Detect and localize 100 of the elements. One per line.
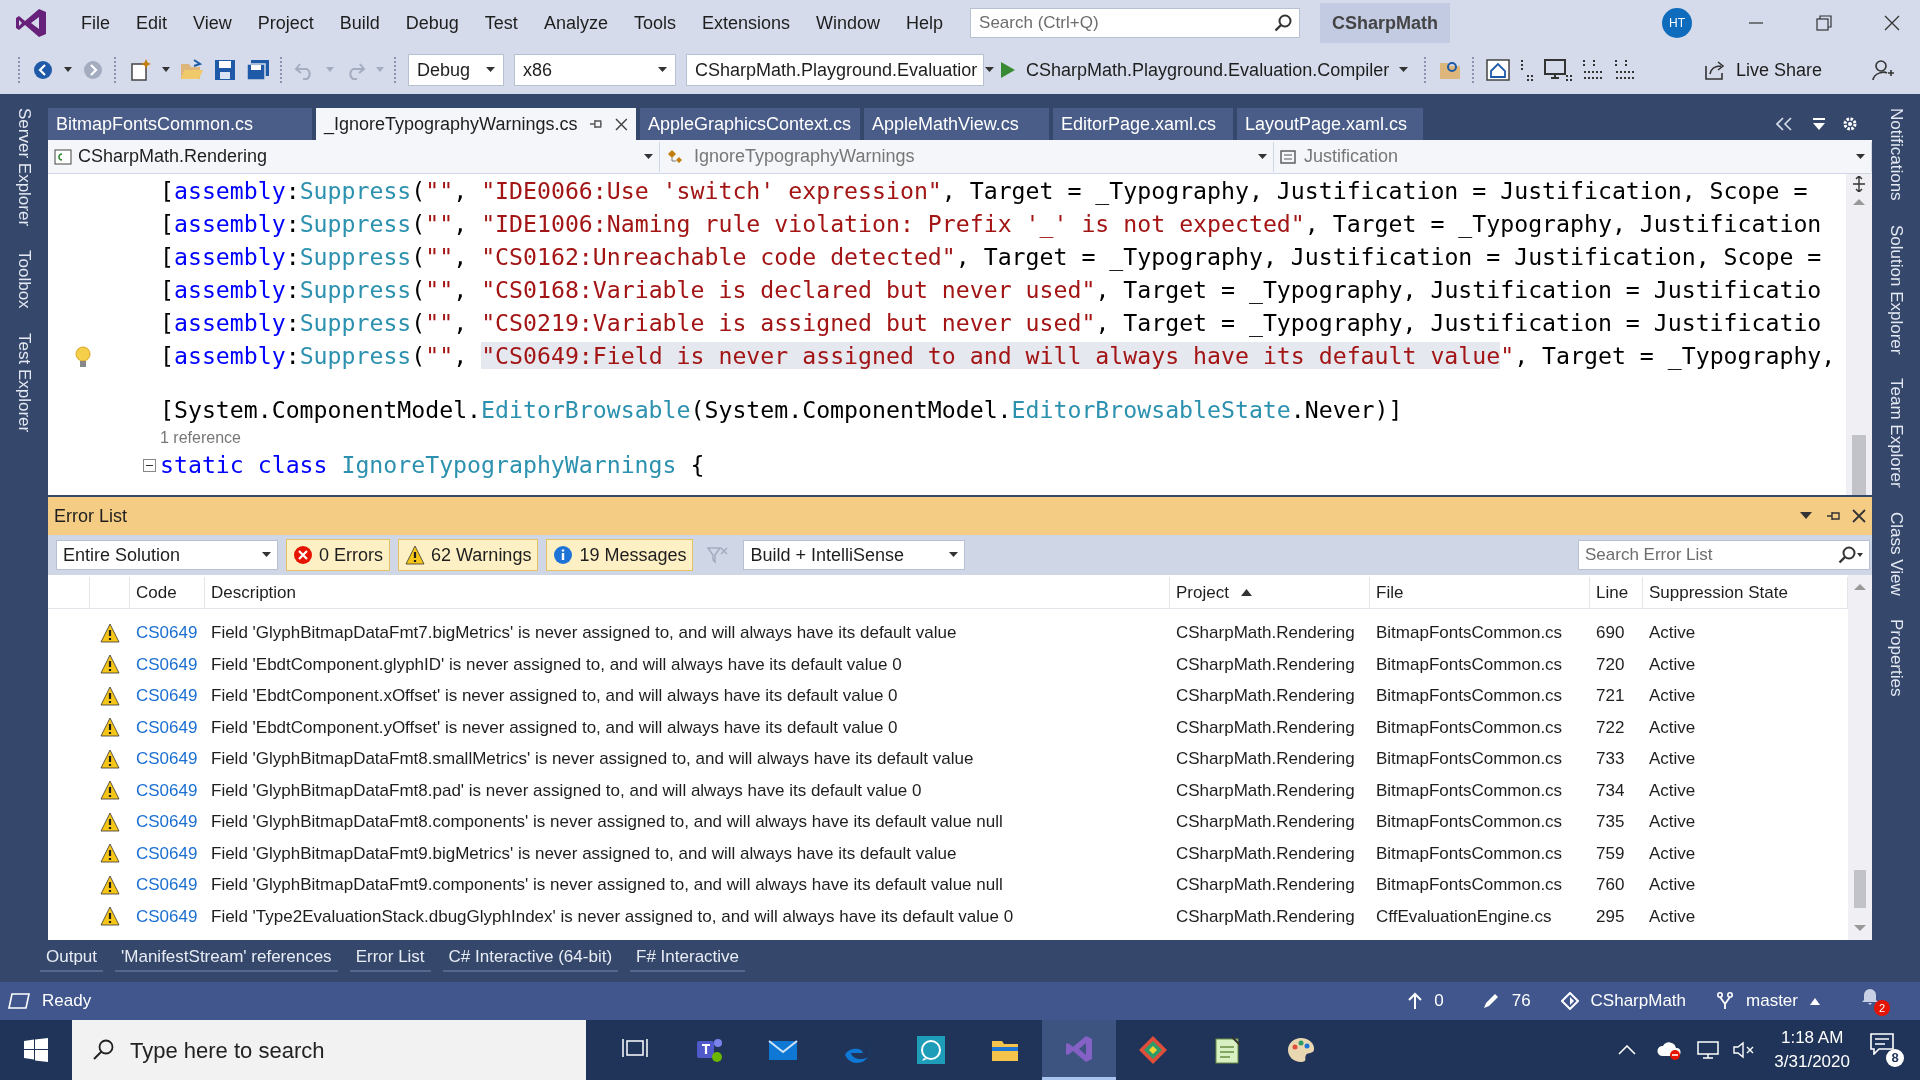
menu-item[interactable]: Edit <box>123 9 181 37</box>
save-icon[interactable] <box>214 59 236 81</box>
error-code-link[interactable]: CS0649 <box>136 780 198 800</box>
table-scrollbar[interactable] <box>1848 575 1872 940</box>
changes-button[interactable]: 76 <box>1481 988 1531 1014</box>
error-code-link[interactable]: CS0649 <box>136 686 198 705</box>
reference-count-link[interactable]: 1 reference <box>160 426 241 450</box>
search-field[interactable]: Search Error List <box>1578 540 1870 570</box>
tool-window-tab[interactable]: Toolbox <box>11 250 37 309</box>
pin-icon[interactable] <box>1826 509 1842 523</box>
branch-button[interactable]: master <box>1716 988 1820 1014</box>
menu-item[interactable]: Extensions <box>688 9 803 37</box>
filter-toggle-button[interactable]: 19 Messages <box>546 539 694 571</box>
error-code-link[interactable]: CS0649 <box>136 843 198 863</box>
push-button[interactable]: 0 <box>1408 988 1444 1014</box>
windows-icon[interactable] <box>24 1038 48 1062</box>
back-icon[interactable] <box>32 59 54 81</box>
chevrons-left-icon[interactable] <box>1776 117 1792 131</box>
type-dropdown[interactable]: IgnoreTypographyWarnings <box>660 141 1274 172</box>
tool-window-tab[interactable]: Solution Explorer <box>1883 224 1909 355</box>
close-icon[interactable] <box>1884 15 1900 31</box>
document-tab[interactable]: AppleMathView.cs <box>864 108 1049 140</box>
scope-dropdown[interactable]: Entire Solution <box>56 540 278 570</box>
pin-icon[interactable] <box>589 117 604 131</box>
taskbar-search-input[interactable]: Type here to search <box>130 1033 566 1067</box>
document-tab[interactable]: AppleGraphicsContext.cs <box>640 108 860 140</box>
menu-item[interactable]: Window <box>803 9 894 37</box>
repository-button[interactable]: CSharpMath <box>1560 988 1687 1014</box>
caret-icon[interactable] <box>162 67 170 73</box>
menu-item[interactable]: View <box>180 9 245 37</box>
document-tab[interactable]: LayoutPage.xaml.cs <box>1237 108 1423 140</box>
cloud-icon[interactable] <box>1656 1040 1683 1060</box>
menu-item[interactable]: Debug <box>392 9 472 37</box>
live-share-button[interactable]: Live Share <box>1703 56 1822 84</box>
tool-tab[interactable]: Error List <box>349 944 431 972</box>
chevron-up-icon[interactable] <box>1618 1045 1637 1055</box>
dotted-layout-icon[interactable] <box>1520 58 1535 82</box>
error-code-link[interactable]: CS0649 <box>136 749 198 768</box>
menu-item[interactable]: File <box>68 9 123 37</box>
column-header[interactable]: Project <box>1170 577 1370 608</box>
user-avatar[interactable]: HT <box>1662 8 1692 38</box>
caret-icon[interactable] <box>64 67 72 73</box>
error-code-link[interactable]: CS0649 <box>136 654 198 674</box>
tool-window-tab[interactable]: Notifications <box>1883 108 1909 201</box>
tool-tab[interactable]: 'ManifestStream' references <box>115 944 338 972</box>
error-code-link[interactable]: CS0649 <box>136 812 198 831</box>
tool-window-tab[interactable]: Class View <box>1883 511 1909 596</box>
tool-tab[interactable]: Output <box>40 944 104 972</box>
dotted-layout-icon[interactable] <box>1582 58 1605 82</box>
platform-dropdown[interactable]: x86 <box>514 54 676 86</box>
action-center-button[interactable]: 8 <box>1870 1033 1904 1067</box>
column-header[interactable]: Line <box>1590 577 1643 608</box>
column-header[interactable]: Description <box>205 577 1170 608</box>
error-code-link[interactable]: CS0649 <box>136 906 198 926</box>
tool-window-tab[interactable]: Team Explorer <box>1883 378 1909 488</box>
menu-item[interactable]: Analyze <box>530 9 621 37</box>
close-icon[interactable] <box>1852 509 1866 523</box>
taskbar-search-field[interactable]: Type here to search <box>72 1020 586 1080</box>
close-icon[interactable] <box>615 117 628 131</box>
menu-item[interactable]: Tools <box>620 9 689 37</box>
scroll-thumb[interactable] <box>1852 435 1866 495</box>
restore-icon[interactable] <box>1816 15 1832 31</box>
tool-tab[interactable]: C# Interactive (64-bit) <box>442 944 619 972</box>
document-tab[interactable]: BitmapFontsCommon.cs <box>48 108 312 140</box>
tool-tab[interactable]: F# Interactive <box>630 944 746 972</box>
settings-icon[interactable] <box>1842 116 1858 132</box>
document-tab[interactable]: EditorPage.xaml.cs <box>1053 108 1233 140</box>
start-button[interactable]: CSharpMath.Playground.Evaluation.Compiler <box>994 54 1415 86</box>
error-code-link[interactable]: CS0649 <box>136 623 198 642</box>
dotted-layout-icon[interactable] <box>1614 58 1637 82</box>
open-folder-icon[interactable] <box>180 59 204 81</box>
collapse-icon[interactable] <box>143 459 156 472</box>
source-dropdown[interactable]: Build + IntelliSense <box>743 540 966 570</box>
column-header[interactable]: File <box>1370 577 1590 608</box>
dropdown-icon[interactable] <box>1812 117 1826 131</box>
tool-window-tab[interactable]: Server Explorer <box>11 108 37 227</box>
error-code-link[interactable]: CS0649 <box>136 875 198 894</box>
scroll-thumb[interactable] <box>1854 870 1866 908</box>
home-icon[interactable] <box>1486 59 1511 81</box>
menu-item[interactable]: Build <box>326 9 393 37</box>
error-code-link[interactable]: CS0649 <box>136 717 198 737</box>
clock[interactable]: 1:18 AM 3/31/2020 <box>1774 1026 1850 1074</box>
menu-item[interactable]: Test <box>471 9 531 37</box>
network-icon[interactable] <box>1696 1040 1721 1060</box>
dropdown-icon[interactable] <box>1800 512 1812 520</box>
find-in-files-icon[interactable] <box>1438 59 1463 81</box>
filter-toggle-button[interactable]: 0 Errors <box>286 539 390 571</box>
monitor-icon[interactable] <box>1544 58 1573 82</box>
save-all-icon[interactable] <box>246 59 270 81</box>
new-project-icon[interactable] <box>128 58 152 82</box>
tool-window-tab[interactable]: Properties <box>1883 619 1909 697</box>
tool-window-tab[interactable]: Test Explorer <box>11 332 37 432</box>
notifications-button[interactable]: 2 <box>1860 986 1890 1016</box>
menu-item[interactable]: Project <box>244 9 327 37</box>
document-tab[interactable]: _IgnoreTypographyWarnings.cs <box>316 108 636 140</box>
column-header[interactable]: Code <box>130 577 205 608</box>
project-dropdown[interactable]: CSharpMath.Rendering <box>48 141 660 172</box>
filter-toggle-button[interactable]: 62 Warnings <box>398 539 539 571</box>
search-field[interactable]: Search (Ctrl+Q) <box>970 8 1301 38</box>
editor-scrollbar[interactable] <box>1846 174 1872 495</box>
